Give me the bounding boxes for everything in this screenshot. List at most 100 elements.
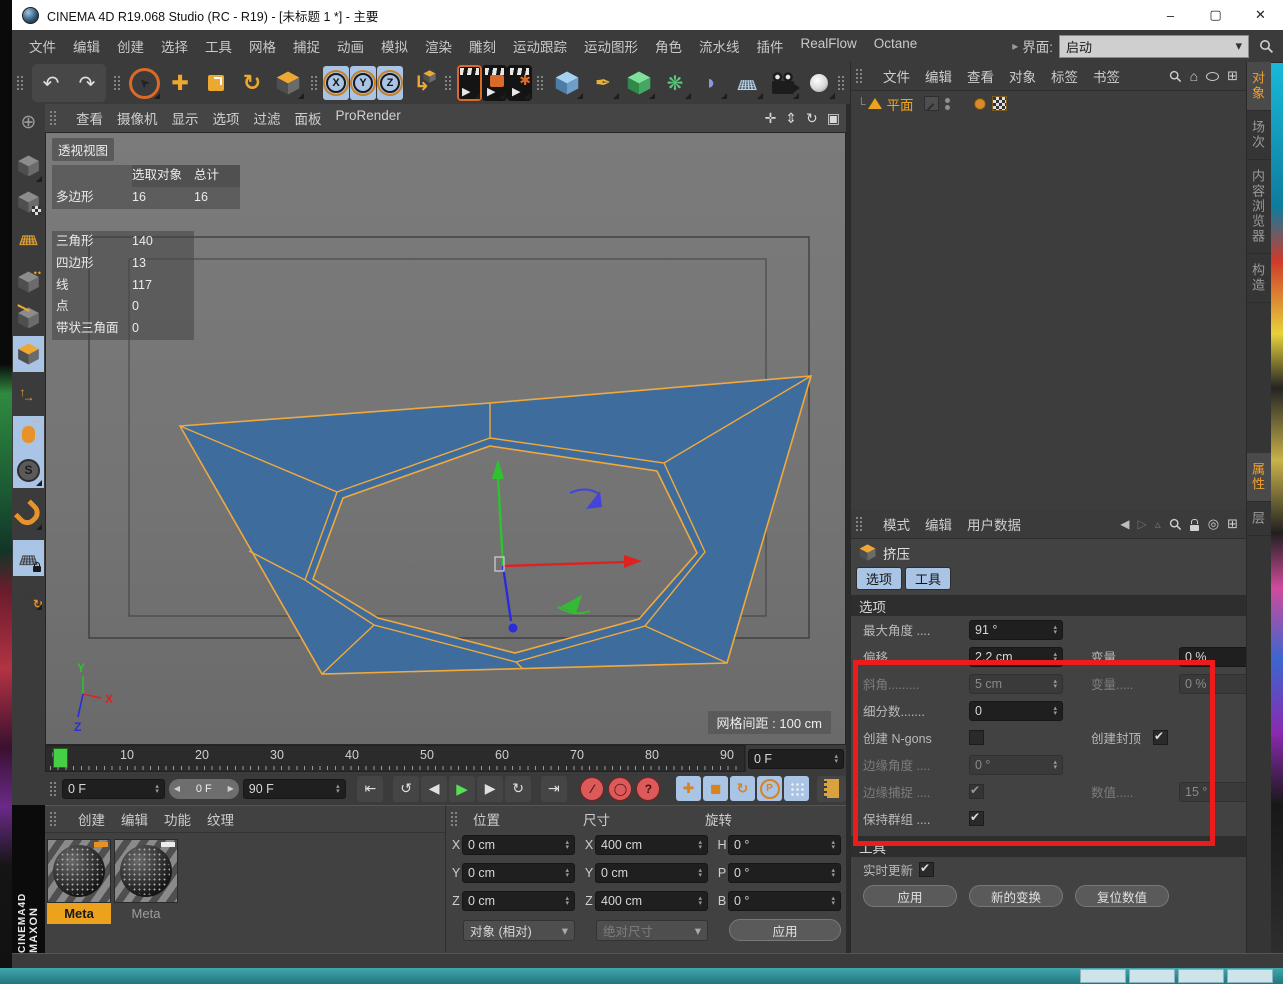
menu-item-1[interactable]: 编辑: [73, 36, 100, 56]
close-button[interactable]: ✕: [1238, 0, 1283, 30]
menu-item-8[interactable]: 模拟: [381, 36, 408, 56]
viewport-menu-item-4[interactable]: 过滤: [254, 108, 281, 128]
tab-objects[interactable]: 对象: [1247, 62, 1271, 111]
attribute-manager-grip[interactable]: [855, 516, 864, 532]
spinner-icon[interactable]: [830, 754, 838, 764]
material-grip[interactable]: [49, 811, 58, 827]
add-deformer-button[interactable]: ◗: [693, 65, 729, 101]
viewport-canvas[interactable]: Y X Z 透视视图 选取对象 总计 多边形 16 16 三角形 140 四边形 13: [45, 132, 846, 745]
viewport-menu-item-3[interactable]: 选项: [213, 108, 240, 128]
menu-item-5[interactable]: 网格: [249, 36, 276, 56]
offset-field[interactable]: 2.2 cm: [969, 646, 1063, 667]
pan-view-icon[interactable]: ✛: [765, 110, 777, 127]
move-button[interactable]: ✚: [162, 65, 198, 101]
viewport-menu-item-2[interactable]: 显示: [172, 108, 199, 128]
workplane-mode-button[interactable]: ▦: [13, 220, 44, 256]
toolbar-grip[interactable]: [444, 75, 453, 91]
menu-item-3[interactable]: 选择: [161, 36, 188, 56]
enable-axis-button[interactable]: ↑ →: [13, 380, 44, 416]
rotate-button[interactable]: ↻: [234, 65, 270, 101]
tab-attributes[interactable]: 属性: [1247, 453, 1271, 502]
subdivision-field[interactable]: 0: [969, 700, 1063, 721]
lock-icon[interactable]: [1189, 518, 1200, 531]
key-pla-button[interactable]: [784, 776, 809, 801]
menu-item-2[interactable]: 创建: [117, 36, 144, 56]
om-menu-item-3[interactable]: 对象: [1009, 66, 1036, 86]
add-icon[interactable]: ⊞: [1227, 516, 1238, 532]
add-environment-button[interactable]: ▦: [729, 65, 765, 101]
material-item[interactable]: Meta: [47, 839, 111, 924]
spinner-icon[interactable]: [1049, 652, 1057, 662]
previous-key-button[interactable]: ↺: [393, 775, 420, 802]
size-z-field[interactable]: 400 cm: [595, 891, 708, 911]
toolbar-grip[interactable]: [536, 75, 545, 91]
spinner-icon[interactable]: [332, 784, 340, 794]
menu-item-17[interactable]: Octane: [874, 36, 918, 56]
viewport-grip[interactable]: [49, 110, 58, 126]
polygon-object[interactable]: [178, 375, 813, 675]
rotation-p-field[interactable]: 0 °: [728, 863, 841, 883]
transport-grip[interactable]: [49, 780, 58, 797]
next-key-button[interactable]: ↻: [505, 775, 532, 802]
menu-item-9[interactable]: 渲染: [425, 36, 452, 56]
add-mograph-button[interactable]: ❋: [657, 65, 693, 101]
add-camera-button[interactable]: [765, 65, 801, 101]
section-tool[interactable]: 工具: [851, 836, 1246, 857]
lock-x-axis-button[interactable]: X: [323, 66, 349, 100]
scale-button[interactable]: [198, 65, 234, 101]
coordinates-apply-button[interactable]: 应用: [729, 919, 841, 941]
render-settings-button[interactable]: ▶ ✱: [507, 65, 532, 101]
lock-z-axis-button[interactable]: Z: [377, 66, 403, 100]
rotation-b-field[interactable]: 0 °: [728, 891, 841, 911]
align-workplane-button[interactable]: ▦ ↻: [13, 576, 44, 612]
windows-taskbar[interactable]: [0, 968, 1283, 984]
material-preview[interactable]: [114, 839, 178, 903]
history-forward-icon[interactable]: ▷: [1137, 517, 1146, 531]
start-frame-field[interactable]: 0 F: [62, 778, 165, 799]
am-menu-item-2[interactable]: 用户数据: [967, 514, 1021, 534]
tab-tool[interactable]: 工具: [905, 567, 952, 590]
edges-mode-button[interactable]: [13, 300, 44, 336]
material-menu-item-2[interactable]: 功能: [164, 809, 191, 829]
minimize-button[interactable]: –: [1148, 0, 1193, 30]
toolbar-grip[interactable]: [310, 75, 319, 91]
material-menu-item-1[interactable]: 编辑: [121, 809, 148, 829]
apply-button[interactable]: 应用: [863, 885, 957, 907]
rotate-view-icon[interactable]: ↻: [806, 110, 818, 127]
make-editable-button[interactable]: ⊕: [13, 104, 44, 140]
timeline-playhead[interactable]: [53, 748, 68, 768]
frame-slider[interactable]: ◀ 0 F ▶: [168, 778, 239, 799]
material-name[interactable]: Meta: [114, 903, 178, 924]
om-menu-item-1[interactable]: 编辑: [925, 66, 952, 86]
material-menu-item-3[interactable]: 纹理: [207, 809, 234, 829]
lock-y-axis-button[interactable]: Y: [350, 66, 376, 100]
coordinate-mode-dropdown[interactable]: 对象 (相对): [463, 919, 575, 941]
menu-item-15[interactable]: 插件: [757, 36, 784, 56]
tab-options[interactable]: 选项: [856, 567, 903, 590]
zoom-view-icon[interactable]: ⇕: [785, 110, 797, 127]
undo-button[interactable]: ↶: [33, 65, 69, 101]
tab-content-browser[interactable]: 内容浏览器: [1247, 160, 1271, 254]
keep-group-checkbox[interactable]: [969, 810, 984, 826]
menu-item-12[interactable]: 运动图形: [584, 36, 638, 56]
timeline-window-button[interactable]: [817, 775, 846, 802]
slider-left-icon[interactable]: ◀: [174, 784, 180, 793]
enable-snap-button[interactable]: [13, 496, 44, 532]
spinner-icon[interactable]: [151, 784, 159, 794]
position-y-field[interactable]: 0 cm: [462, 863, 575, 883]
object-row-plane[interactable]: └ 平面: [851, 91, 1246, 116]
last-tool-button[interactable]: [270, 65, 306, 101]
viewport-menu-item-1[interactable]: 摄像机: [117, 108, 158, 128]
menu-item-7[interactable]: 动画: [337, 36, 364, 56]
record-keyframe-button[interactable]: ⁄: [580, 776, 605, 801]
key-scale-button[interactable]: ◼: [703, 776, 728, 801]
model-mode-button[interactable]: [13, 148, 44, 184]
texture-mode-button[interactable]: [13, 184, 44, 220]
om-menu-item-5[interactable]: 书签: [1093, 66, 1120, 86]
key-position-button[interactable]: ✚: [676, 776, 701, 801]
am-menu-item-0[interactable]: 模式: [883, 514, 910, 534]
chevron-right-icon[interactable]: ▸: [1012, 39, 1018, 53]
texture-tag-icon[interactable]: [991, 96, 1007, 111]
render-to-picture-viewer-button[interactable]: ▶: [482, 65, 507, 101]
om-menu-item-0[interactable]: 文件: [883, 66, 910, 86]
